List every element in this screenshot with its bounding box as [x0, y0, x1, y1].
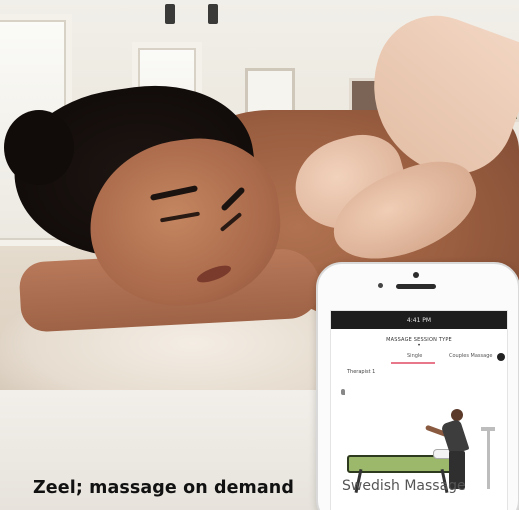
speaker-icon — [396, 284, 436, 289]
info-icon: • — [417, 342, 421, 349]
tab-couples[interactable]: Couples Massage — [449, 353, 492, 359]
therapist-body — [440, 418, 470, 456]
pin-icon — [341, 389, 345, 395]
session-tabs: Single Couples Massage — [331, 351, 507, 365]
therapist-label[interactable]: Therapist 1 — [347, 369, 507, 375]
lamp-stand — [487, 429, 490, 489]
therapist-figure — [424, 409, 479, 489]
status-bar: 4:41 PM — [331, 311, 507, 329]
image-caption: Zeel; massage on demand — [33, 478, 294, 498]
screenshot-frame: 4:41 PM MASSAGE SESSION TYPE • Single Co… — [0, 0, 519, 510]
tab-single[interactable]: Single — [407, 353, 422, 359]
massage-type-label[interactable]: Swedish Massage — [342, 478, 466, 494]
ceiling-lamp — [165, 4, 175, 24]
active-tab-indicator — [391, 362, 435, 364]
sensor-icon — [378, 283, 383, 288]
smartphone: 4:41 PM MASSAGE SESSION TYPE • Single Co… — [316, 262, 519, 510]
camera-icon — [413, 272, 419, 278]
status-time: 4:41 PM — [406, 316, 432, 324]
client-hair-bun — [4, 110, 74, 185]
badge-icon — [497, 353, 505, 361]
ceiling-lamp — [208, 4, 218, 24]
